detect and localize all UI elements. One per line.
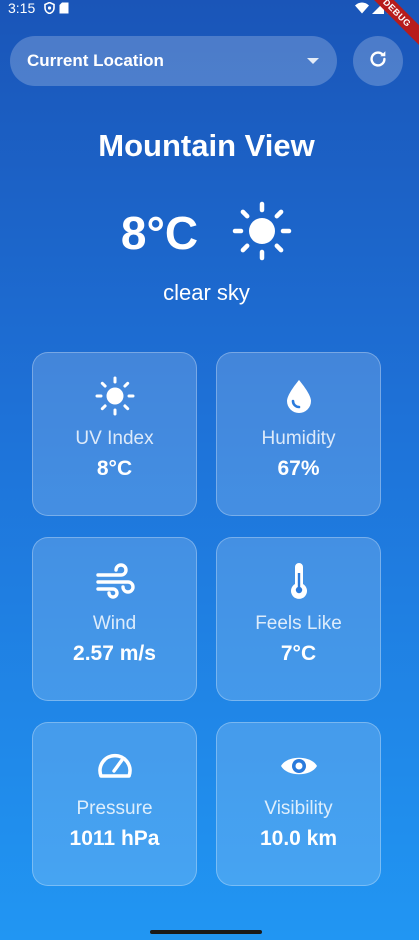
status-time: 3:15	[8, 0, 36, 16]
humidity-label: Humidity	[261, 428, 336, 449]
speedometer-icon	[95, 746, 135, 786]
thermometer-icon	[279, 561, 319, 601]
wind-value: 2.57 m/s	[73, 642, 156, 665]
status-bar: 3:15 DEBUG	[0, 0, 419, 47]
pressure-value: 1011 hPa	[69, 827, 160, 850]
uv-index-label: UV Index	[75, 428, 154, 449]
weather-details-grid: UV Index 8°C Humidity 67% Wind 2.57 m/s	[32, 352, 382, 886]
city-name: Mountain View	[98, 128, 315, 163]
location-dropdown-label: Current Location	[27, 51, 164, 70]
wind-icon	[95, 561, 135, 601]
pressure-label: Pressure	[76, 798, 153, 819]
visibility-label: Visibility	[264, 798, 333, 819]
humidity-card: Humidity 67%	[216, 352, 381, 516]
current-temperature: 8°C	[120, 207, 199, 259]
feels-like-value: 7°C	[280, 642, 317, 665]
visibility-value: 10.0 km	[259, 827, 338, 850]
home-indicator[interactable]	[150, 930, 262, 934]
wind-card: Wind 2.57 m/s	[32, 537, 197, 701]
chevron-down-icon	[307, 58, 319, 64]
refresh-icon	[367, 48, 389, 75]
feels-like-card: Feels Like 7°C	[216, 537, 381, 701]
sun-icon	[232, 201, 292, 266]
current-temperature-row: 8°C	[0, 200, 413, 266]
eye-icon	[279, 746, 319, 786]
uv-index-value: 8°C	[96, 457, 133, 480]
pressure-card: Pressure 1011 hPa	[32, 722, 197, 886]
sd-card-icon	[59, 2, 69, 17]
feels-like-label: Feels Like	[255, 613, 342, 634]
location-dropdown[interactable]: Current Location	[10, 36, 337, 86]
sun-icon	[95, 376, 135, 416]
weather-condition: clear sky	[163, 280, 250, 305]
uv-index-card: UV Index 8°C	[32, 352, 197, 516]
wind-label: Wind	[92, 613, 137, 634]
privacy-shield-icon	[44, 1, 55, 17]
humidity-value: 67%	[277, 457, 320, 480]
refresh-button[interactable]	[353, 36, 403, 86]
visibility-card: Visibility 10.0 km	[216, 722, 381, 886]
wifi-icon	[355, 2, 369, 17]
water-drop-icon	[279, 376, 319, 416]
